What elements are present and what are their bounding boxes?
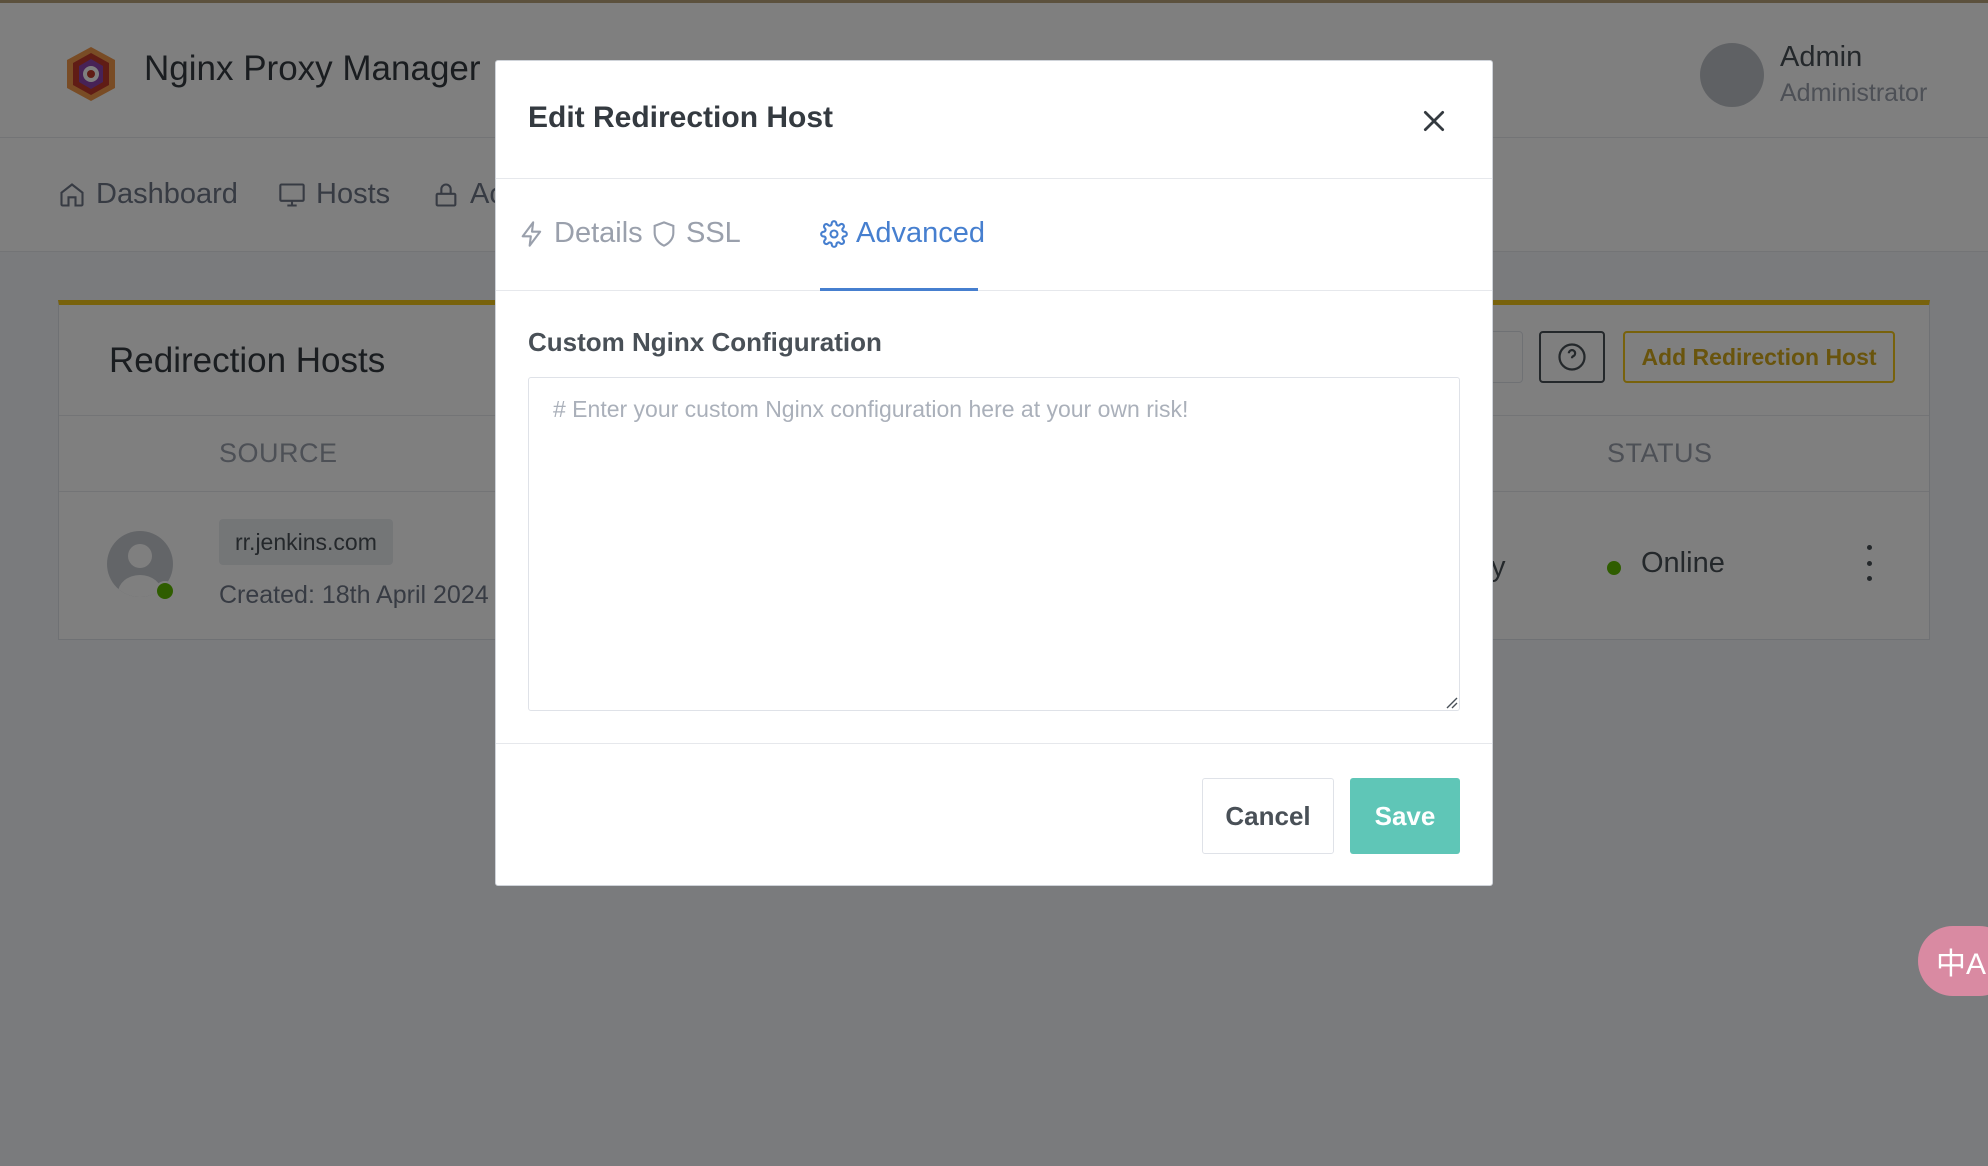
modal-title: Edit Redirection Host: [528, 101, 834, 134]
custom-nginx-config-textarea[interactable]: [528, 377, 1460, 711]
active-tab-indicator: [820, 288, 978, 291]
tab-ssl[interactable]: SSL: [650, 217, 741, 250]
app-root: Nginx Proxy Manager Admin Administrator …: [0, 0, 1988, 1166]
modal-tabs: Details SSL Advanced: [496, 179, 1492, 291]
modal-header: Edit Redirection Host: [496, 61, 1492, 179]
translate-button[interactable]: 中A: [1918, 926, 1988, 996]
tab-label: Advanced: [856, 217, 985, 249]
tab-label: SSL: [686, 217, 741, 249]
resize-handle-icon[interactable]: [1442, 693, 1458, 709]
save-button[interactable]: Save: [1350, 778, 1460, 854]
close-icon: [1423, 110, 1445, 132]
shield-icon: [653, 220, 675, 247]
cancel-button[interactable]: Cancel: [1202, 778, 1334, 854]
gear-icon: [820, 219, 848, 248]
custom-config-label: Custom Nginx Configuration: [528, 327, 882, 357]
edit-redirection-host-modal: Edit Redirection Host Details SSL Advanc…: [495, 60, 1493, 886]
translate-icon: 中A: [1936, 948, 1987, 981]
tab-details[interactable]: Details: [518, 217, 643, 250]
close-button[interactable]: [1416, 103, 1452, 139]
tab-advanced[interactable]: Advanced: [820, 217, 985, 250]
tab-label: Details: [554, 217, 643, 249]
modal-footer: Cancel Save: [496, 743, 1492, 888]
bolt-icon: [521, 220, 542, 247]
